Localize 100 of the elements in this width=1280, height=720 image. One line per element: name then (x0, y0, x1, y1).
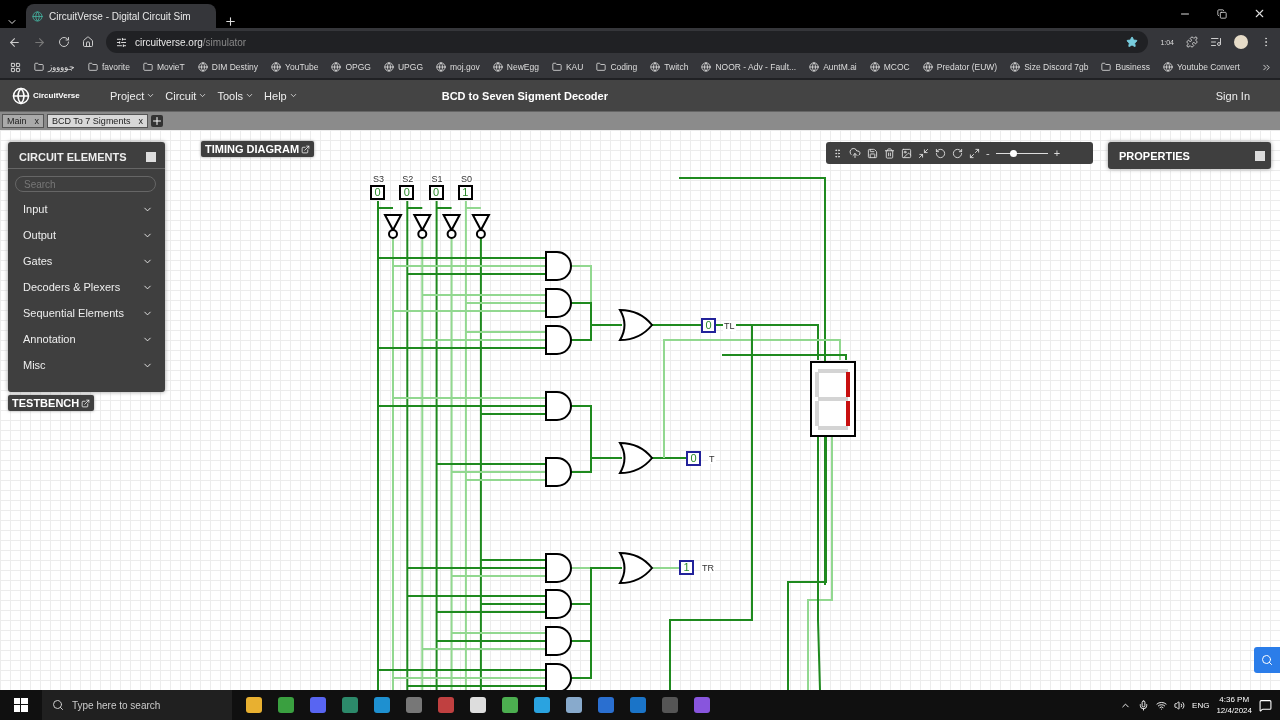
input-toggle[interactable]: 0 (370, 185, 385, 200)
bookmark[interactable]: YouTube (271, 62, 319, 72)
wifi-icon[interactable] (1156, 699, 1168, 711)
timing-diagram-button[interactable]: TIMING DIAGRAM (201, 141, 315, 157)
bookmark-star-icon[interactable] (1126, 36, 1139, 48)
forward-icon[interactable] (33, 35, 46, 49)
folder-icon (34, 62, 44, 72)
apps-icon[interactable] (10, 61, 21, 73)
category-item[interactable]: Decoders & Plexers (8, 274, 165, 300)
menu-item[interactable]: Tools (217, 89, 255, 102)
globe-icon (436, 62, 446, 72)
globe-icon (1010, 62, 1021, 72)
globe-icon (271, 62, 282, 72)
clock[interactable]: 4:36 PM 12/4/2024 (1216, 694, 1252, 716)
bookmark[interactable]: NewEgg (492, 62, 539, 72)
image-icon[interactable] (901, 147, 912, 159)
bookmark[interactable]: AuntM.ai (809, 62, 857, 72)
folder-icon (88, 62, 98, 72)
microphone-icon[interactable] (1138, 699, 1150, 711)
fullscreen-icon[interactable] (969, 147, 980, 159)
taskbar-search[interactable]: Type here to search (42, 690, 232, 720)
zoom-in-button[interactable]: + (1053, 147, 1061, 159)
bug-report-button[interactable] (1254, 647, 1280, 673)
testbench-button[interactable]: TESTBENCH (8, 395, 95, 411)
bookmark[interactable]: OPGG (331, 62, 371, 72)
globe-icon (1162, 62, 1173, 72)
magnifier-icon (1261, 654, 1273, 666)
profile-avatar[interactable] (1234, 35, 1248, 49)
bookmark[interactable]: Predator (EUW) (922, 62, 998, 72)
category-item[interactable]: Input (8, 196, 165, 222)
circuit-tab[interactable]: BCD To 7 Sigments x (47, 114, 148, 128)
language-indicator[interactable]: ENG (1192, 700, 1210, 710)
volume-icon[interactable] (1174, 699, 1186, 711)
site-settings-icon[interactable] (116, 36, 127, 48)
bookmark[interactable]: moj.gov (436, 62, 480, 72)
caret-icon (288, 91, 298, 100)
bookmark[interactable]: Size Discord 7gb (1010, 62, 1089, 72)
input-toggle[interactable]: 0 (399, 185, 415, 200)
brand-name[interactable]: CircuitVerse (33, 91, 80, 100)
address-bar[interactable]: circuitverse.org/simulator (106, 31, 1149, 53)
back-icon[interactable] (8, 35, 21, 49)
bookmark[interactable]: MovieT (142, 62, 185, 72)
input-toggle[interactable]: 0 (428, 185, 444, 200)
circuit-tab[interactable]: Main x (2, 114, 44, 128)
add-tab-icon[interactable] (150, 115, 163, 127)
bookmark[interactable]: Twitch (650, 62, 689, 72)
menu-item[interactable]: Help (264, 89, 298, 102)
save-icon[interactable] (867, 147, 878, 159)
output-probe: 0 (686, 451, 701, 466)
expand-icon[interactable] (1255, 150, 1265, 161)
new-tab-icon[interactable] (224, 15, 237, 28)
globe-icon (650, 62, 661, 72)
reload-icon[interactable] (58, 36, 70, 48)
undo-icon[interactable] (935, 147, 946, 159)
globe-icon (922, 62, 933, 72)
bookmark[interactable]: favorite (88, 62, 130, 72)
category-item[interactable]: Misc (8, 352, 165, 378)
category-item[interactable]: Gates (8, 248, 165, 274)
bookmark[interactable]: DIM Destiny (197, 62, 259, 72)
fit-icon[interactable] (918, 147, 929, 159)
zoom-out-button[interactable]: - (986, 147, 990, 159)
notifications-icon[interactable] (1259, 698, 1272, 712)
bookmark[interactable]: KAU (551, 62, 584, 72)
category-item[interactable]: Sequential Elements (8, 300, 165, 326)
sign-in-link[interactable]: Sign In (1215, 89, 1250, 102)
input-label: S2 (401, 174, 415, 184)
and-gate (545, 553, 572, 583)
zoom-slider[interactable] (1009, 149, 1017, 157)
and-gate (545, 391, 572, 421)
drag-handle-icon[interactable] (832, 147, 843, 159)
and-gate (545, 251, 572, 281)
home-icon[interactable] (82, 36, 94, 48)
folder-icon (142, 62, 153, 72)
input-toggle[interactable]: 1 (457, 185, 473, 200)
close-icon[interactable] (1253, 7, 1266, 20)
bookmark[interactable]: Coding (596, 62, 638, 72)
menu-item[interactable]: Circuit (165, 89, 208, 102)
bookmark[interactable]: NOOR - Adv - Fault... (701, 62, 797, 72)
globe-icon (869, 62, 880, 72)
bookmark[interactable]: UPGG (383, 62, 423, 72)
redo-icon[interactable] (952, 147, 963, 159)
not-gate (441, 214, 462, 239)
windows-logo-icon[interactable] (14, 698, 28, 712)
browser-tab[interactable]: CircuitVerse - Digital Circuit Sim (26, 4, 216, 28)
bookmark[interactable]: Youtube Convert (1162, 62, 1240, 72)
bookmark[interactable]: MCOC (869, 62, 910, 72)
bookmark[interactable]: جووووز (34, 62, 75, 72)
globe-icon (197, 62, 208, 72)
menu-item[interactable]: Project (110, 89, 156, 102)
logo-icon[interactable] (12, 86, 30, 105)
category-item[interactable]: Annotation (8, 326, 165, 352)
category-item[interactable]: Output (8, 222, 165, 248)
input-label: S3 (372, 174, 385, 184)
trash-icon[interactable] (884, 147, 895, 159)
extensions-icon[interactable] (1186, 36, 1198, 48)
media-icon[interactable] (1210, 36, 1222, 48)
or-gate (619, 309, 653, 341)
upload-icon[interactable] (849, 147, 861, 159)
restore-icon[interactable] (1217, 8, 1227, 19)
bookmark[interactable]: Business (1101, 62, 1150, 72)
